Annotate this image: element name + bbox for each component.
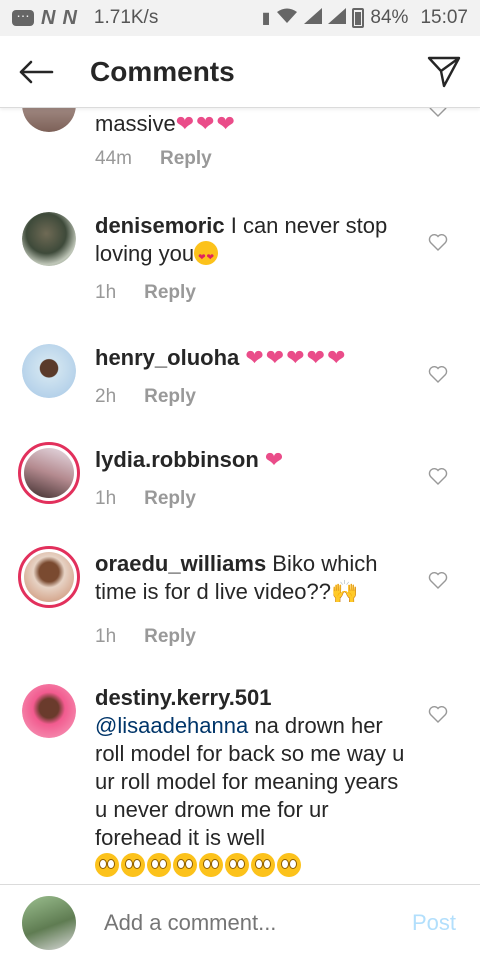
heart-icon[interactable]: [428, 570, 448, 590]
avatar[interactable]: [22, 108, 76, 132]
battery-icon: [352, 8, 365, 28]
avatar[interactable]: [22, 212, 76, 266]
rolling-eyes-emoji-row: [95, 853, 303, 878]
heart-eyes-emoji: [194, 241, 219, 271]
comment-username[interactable]: oraedu_williams: [95, 551, 266, 576]
avatar-story-ring[interactable]: [18, 442, 80, 504]
comment-text: denisemoric I can never stop loving you: [95, 212, 415, 271]
comment-meta: 1h Reply: [95, 626, 196, 648]
rolling-eyes-emoji: [147, 853, 171, 877]
rolling-eyes-emoji: [95, 853, 119, 877]
rolling-eyes-emoji: [199, 853, 223, 877]
network-n-icon: N: [41, 6, 56, 29]
vibrate-icon: ▮: [261, 10, 271, 27]
clock: 15:07: [420, 7, 468, 28]
comment-username[interactable]: lydia.robbinson: [95, 447, 259, 472]
comment-time: 1h: [95, 626, 117, 647]
message-notification-icon: [12, 4, 34, 26]
page-title: Comments: [90, 55, 235, 87]
rolling-eyes-emoji: [225, 853, 249, 877]
share-button[interactable]: [408, 36, 480, 108]
comment-text: destiny.kerry.501 @lisaadehanna na drown…: [95, 684, 415, 880]
heart-icon[interactable]: [428, 108, 448, 118]
reply-button[interactable]: Reply: [160, 148, 212, 170]
avatar[interactable]: [22, 684, 76, 738]
comment-meta: 2h Reply: [95, 386, 196, 408]
heart-emoji: ❤❤❤: [175, 111, 237, 136]
signal-icon: [304, 7, 323, 29]
wifi-icon: [276, 8, 298, 29]
comment-time: 2h: [95, 386, 117, 407]
comment-meta: 44m Reply: [95, 148, 212, 170]
rolling-eyes-emoji: [121, 853, 145, 877]
comment-time: 1h: [95, 488, 117, 509]
comment-username[interactable]: denisemoric: [95, 213, 225, 238]
heart-emoji: ❤: [264, 447, 286, 472]
comment-composer: Post: [0, 884, 480, 960]
signal-icon: [328, 7, 347, 29]
avatar: [22, 895, 76, 950]
comment-username[interactable]: henry_oluoha: [95, 345, 239, 370]
comments-list[interactable]: massive❤❤❤ 44m Reply denisemoric I can n…: [0, 108, 480, 884]
comment-meta: 1h Reply: [95, 488, 196, 510]
network-n-icon: N: [62, 6, 77, 29]
mention-link[interactable]: @lisaadehanna: [95, 713, 248, 738]
comment-username[interactable]: destiny.kerry.501: [95, 685, 272, 710]
arrow-left-icon: [19, 60, 54, 83]
comment-time: 44m: [95, 148, 132, 169]
raised-hands-emoji: 🙌: [331, 579, 359, 604]
post-button[interactable]: Post: [412, 910, 456, 936]
comment-text: massive❤❤❤: [95, 111, 237, 136]
heart-icon[interactable]: [428, 704, 448, 724]
reply-button[interactable]: Reply: [144, 626, 196, 648]
reply-button[interactable]: Reply: [144, 282, 196, 304]
reply-button[interactable]: Reply: [144, 488, 196, 510]
comment-input[interactable]: [104, 909, 412, 936]
status-bar: N N 1.71K/s ▮ 84% 15:07: [0, 0, 480, 36]
comment-text: oraedu_williams Biko which time is for d…: [95, 551, 378, 604]
reply-button[interactable]: Reply: [144, 386, 196, 408]
comment-text: lydia.robbinson ❤: [95, 446, 415, 474]
header-bar: Comments: [0, 36, 480, 108]
heart-icon[interactable]: [428, 466, 448, 486]
rolling-eyes-emoji: [277, 853, 301, 877]
back-button[interactable]: [0, 36, 72, 108]
paper-plane-icon: [427, 56, 461, 87]
heart-icon[interactable]: [428, 364, 448, 384]
avatar-story-ring[interactable]: [18, 546, 80, 608]
battery-level: 84%: [370, 7, 409, 28]
heart-emoji: ❤❤❤❤❤: [245, 345, 348, 370]
rolling-eyes-emoji: [251, 853, 275, 877]
comment-meta: 1h Reply: [95, 282, 196, 304]
heart-icon[interactable]: [428, 232, 448, 252]
rolling-eyes-emoji: [173, 853, 197, 877]
comment-time: 1h: [95, 282, 117, 303]
avatar[interactable]: [22, 344, 76, 398]
network-speed: 1.71K/s: [93, 7, 159, 28]
comment-text: henry_oluoha ❤❤❤❤❤: [95, 344, 415, 372]
